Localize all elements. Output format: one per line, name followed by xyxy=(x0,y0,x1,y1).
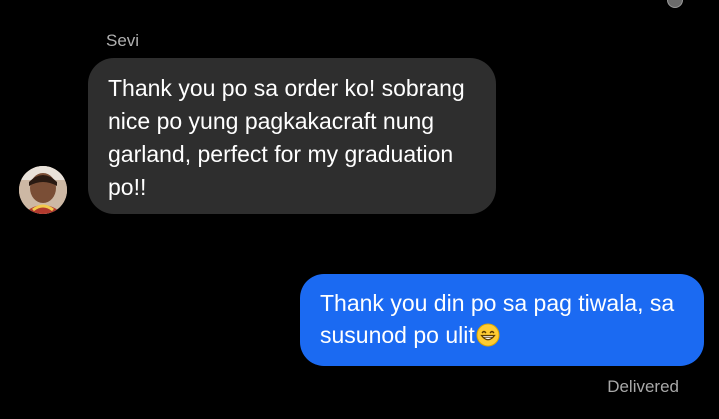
avatar-photo xyxy=(19,166,67,214)
outgoing-message-bubble[interactable]: Thank you din po sa pag tiwala, sa susun… xyxy=(300,274,704,366)
top-corner-avatar xyxy=(667,0,683,8)
incoming-message-bubble[interactable]: Thank you po sa order ko! sobrang nice p… xyxy=(88,58,496,214)
grinning-emoji-icon xyxy=(476,323,500,355)
sender-avatar[interactable] xyxy=(19,166,67,214)
sender-name: Sevi xyxy=(106,31,140,50)
delivery-status: Delivered xyxy=(607,377,679,396)
incoming-message-text: Thank you po sa order ko! sobrang nice p… xyxy=(108,75,465,200)
